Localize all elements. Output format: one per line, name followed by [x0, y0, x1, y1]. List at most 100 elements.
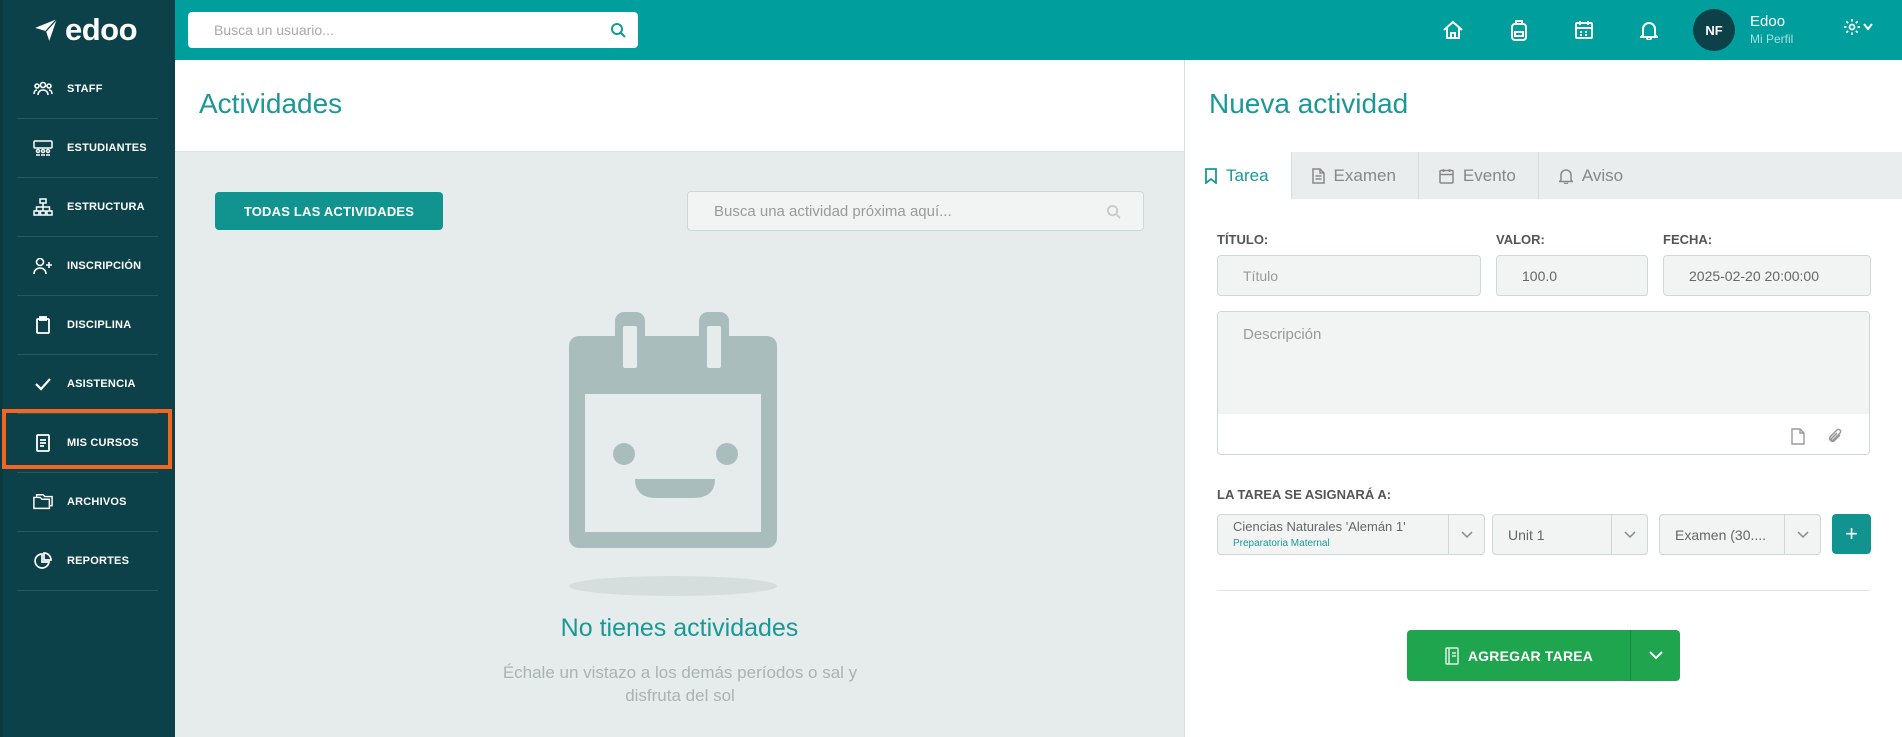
structure-icon: [33, 197, 53, 217]
brand-logo[interactable]: edoo: [3, 0, 175, 60]
book-icon: [1445, 646, 1459, 665]
user-name[interactable]: Edoo: [1750, 13, 1785, 30]
gear-icon: [1844, 19, 1860, 35]
exam-select[interactable]: Examen (30....: [1659, 514, 1821, 555]
all-activities-button[interactable]: TODAS LAS ACTIVIDADES: [215, 192, 443, 230]
course-select-value: Ciencias Naturales 'Alemán 1': [1233, 518, 1406, 534]
bell-icon: [1558, 168, 1573, 184]
date-input[interactable]: [1689, 267, 1870, 284]
empty-state-subtitle: Échale un vistazo a los demás períodos o…: [502, 663, 858, 705]
sidebar-item-label: DISCIPLINA: [67, 319, 132, 331]
highlight-box: [2, 409, 172, 469]
sidebar-item-label: REPORTES: [67, 555, 130, 567]
sidebar-item-estructura[interactable]: ESTRUCTURA: [17, 178, 158, 237]
sidebar-item-label: INSCRIPCIÓN: [67, 260, 142, 272]
document-icon: [1311, 167, 1325, 184]
sidebar-item-label: ASISTENCIA: [67, 378, 136, 390]
new-activity-panel: Nueva actividad Tarea Examen Evento Avis…: [1185, 60, 1902, 737]
chevron-down-icon: [1611, 515, 1647, 554]
add-task-label: AGREGAR TAREA: [1467, 647, 1594, 664]
tab-aviso[interactable]: Aviso: [1539, 152, 1645, 199]
caret-down-icon: [1863, 23, 1873, 31]
staff-icon: [33, 79, 53, 99]
value-label: VALOR:: [1496, 232, 1545, 247]
value-input[interactable]: [1522, 267, 1647, 284]
activity-type-tabs: Tarea Examen Evento Aviso: [1185, 152, 1902, 199]
date-label: FECHA:: [1663, 232, 1713, 247]
description-input[interactable]: [1218, 312, 1869, 414]
user-search-input[interactable]: [214, 22, 610, 38]
add-task-button[interactable]: AGREGAR TAREA: [1407, 630, 1630, 681]
form-divider: [1217, 590, 1870, 591]
brand-name: edoo: [65, 12, 138, 47]
title-field: [1217, 255, 1481, 296]
home-icon[interactable]: [1441, 18, 1465, 42]
clipboard-icon: [33, 315, 53, 335]
sidebar-item-archivos[interactable]: ARCHIVOS: [17, 473, 158, 532]
search-icon[interactable]: [610, 22, 626, 38]
empty-calendar-illustration: [569, 312, 777, 596]
sidebar-item-inscripcion[interactable]: INSCRIPCIÓN: [17, 237, 158, 296]
sidebar-item-label: ESTUDIANTES: [67, 142, 147, 154]
activities-panel: TODAS LAS ACTIVIDADES No tienes activida…: [175, 152, 1184, 737]
user-profile-link[interactable]: Mi Perfil: [1750, 32, 1793, 46]
title-input[interactable]: [1243, 267, 1480, 284]
sidebar-item-disciplina[interactable]: DISCIPLINA: [17, 296, 158, 355]
paperclip-icon[interactable]: [1827, 428, 1843, 445]
paper-plane-icon: [35, 18, 58, 41]
backpack-icon[interactable]: [1507, 18, 1531, 42]
tab-examen[interactable]: Examen: [1292, 152, 1419, 199]
pie-chart-icon: [33, 551, 53, 571]
sidebar-item-staff[interactable]: STAFF: [17, 60, 158, 119]
assign-label: LA TAREA SE ASIGNARÁ A:: [1217, 487, 1392, 502]
unit-select-value: Unit 1: [1508, 526, 1545, 543]
empty-state-title: No tienes actividades: [560, 614, 799, 642]
avatar[interactable]: NF: [1693, 9, 1735, 51]
description-tools: [1791, 428, 1843, 445]
add-user-icon: [33, 256, 53, 276]
description-box: [1217, 311, 1870, 455]
new-activity-title: Nueva actividad: [1209, 88, 1409, 119]
settings-menu[interactable]: [1843, 18, 1873, 36]
bookmark-icon: [1205, 167, 1217, 184]
sidebar-nav: STAFF ESTUDIANTES ESTRUCTURA INSCRIPCIÓN…: [3, 60, 175, 591]
topbar: NF Edoo Mi Perfil: [175, 0, 1902, 60]
sidebar-item-reportes[interactable]: REPORTES: [17, 532, 158, 591]
file-icon[interactable]: [1791, 428, 1805, 445]
sidebar-item-asistencia[interactable]: ASISTENCIA: [17, 355, 158, 414]
date-field: [1663, 255, 1871, 296]
tab-tarea[interactable]: Tarea: [1185, 152, 1292, 199]
course-select[interactable]: Ciencias Naturales 'Alemán 1' Preparator…: [1217, 514, 1485, 555]
chevron-down-icon: [1448, 515, 1484, 554]
plus-icon: +: [1845, 521, 1858, 546]
bell-icon[interactable]: [1637, 18, 1661, 42]
sidebar-item-estudiantes[interactable]: ESTUDIANTES: [17, 119, 158, 178]
check-icon: [33, 374, 53, 394]
sidebar: edoo STAFF ESTUDIANTES ESTRUCTURA INSCRI…: [0, 0, 175, 737]
user-search: [188, 12, 638, 48]
sidebar-item-label: ESTRUCTURA: [67, 201, 145, 213]
value-field: [1496, 255, 1648, 296]
exam-select-value: Examen (30....: [1675, 526, 1767, 543]
folder-icon: [33, 492, 53, 512]
title-label: TÍTULO:: [1217, 232, 1269, 247]
activity-search: [687, 191, 1144, 231]
add-assignment-button[interactable]: +: [1832, 514, 1871, 554]
unit-select[interactable]: Unit 1: [1492, 514, 1648, 555]
course-select-sub: Preparatoria Maternal: [1233, 537, 1330, 549]
tab-label: Examen: [1333, 165, 1396, 185]
chevron-down-icon: [1648, 651, 1663, 660]
calendar-icon: [1439, 168, 1454, 184]
page-title: Actividades: [199, 88, 343, 119]
sidebar-item-label: STAFF: [67, 83, 103, 95]
submit-options-toggle[interactable]: [1630, 630, 1680, 681]
search-icon[interactable]: [1106, 204, 1121, 219]
sidebar-item-label: ARCHIVOS: [67, 496, 127, 508]
submit-button-group: AGREGAR TAREA: [1407, 630, 1680, 681]
tab-label: Aviso: [1581, 165, 1624, 185]
tab-label: Tarea: [1226, 165, 1269, 185]
activity-search-input[interactable]: [714, 202, 1106, 220]
activities-header: Actividades: [175, 60, 1184, 152]
calendar-icon[interactable]: [1572, 18, 1596, 42]
tab-evento[interactable]: Evento: [1419, 152, 1539, 199]
